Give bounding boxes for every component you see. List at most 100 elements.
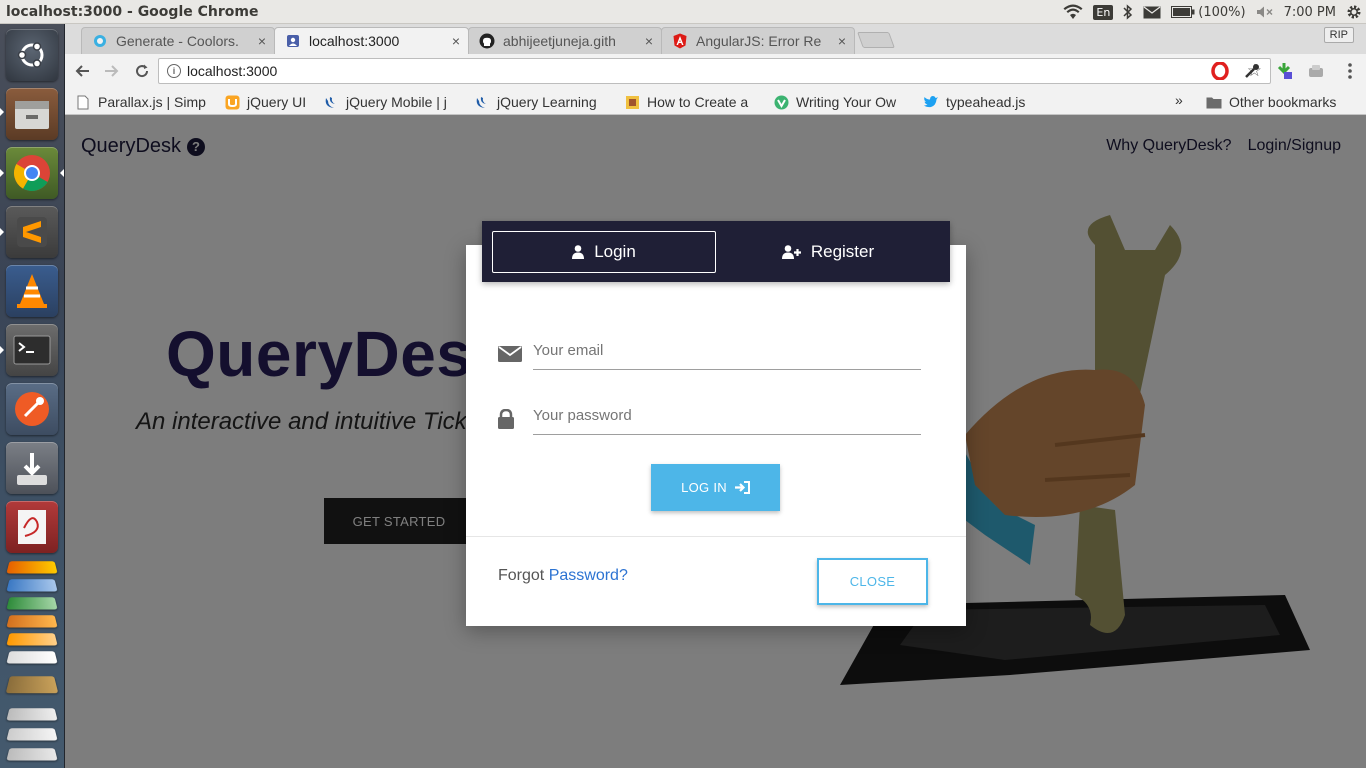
- close-icon[interactable]: ×: [452, 33, 460, 49]
- login-modal: Login Register LOG IN Fo: [466, 221, 966, 626]
- login-button-label: LOG IN: [681, 480, 727, 495]
- twitter-icon: [923, 94, 939, 110]
- reload-button[interactable]: [129, 58, 155, 84]
- gear-icon[interactable]: [1346, 4, 1362, 20]
- chrome-icon[interactable]: [6, 147, 58, 199]
- menu-icon[interactable]: [1341, 62, 1359, 80]
- installer-icon[interactable]: [6, 442, 58, 494]
- bookmarks-overflow-button[interactable]: »: [1175, 92, 1183, 108]
- window-title: localhost:3000 - Google Chrome: [6, 3, 259, 20]
- bookmark-jquery-ui[interactable]: jQuery UI: [224, 92, 319, 112]
- eyedropper-extension-icon[interactable]: [1243, 62, 1261, 80]
- software-updater-icon[interactable]: [6, 651, 58, 664]
- tab-localhost[interactable]: localhost:3000 ×: [274, 27, 469, 54]
- close-icon[interactable]: ×: [838, 33, 846, 49]
- bluetooth-icon[interactable]: [1123, 4, 1133, 20]
- tab-register[interactable]: Register: [716, 231, 940, 273]
- writer-icon[interactable]: [6, 579, 58, 592]
- terminal-icon[interactable]: [6, 324, 58, 376]
- reload-icon: [136, 64, 149, 78]
- close-button[interactable]: CLOSE: [817, 558, 928, 605]
- bookmark-how-to-create[interactable]: How to Create a: [624, 92, 758, 112]
- close-icon[interactable]: ×: [645, 33, 653, 49]
- other-bookmarks-folder[interactable]: Other bookmarks: [1206, 92, 1356, 112]
- mail-icon[interactable]: [1143, 6, 1161, 19]
- tab-angularjs[interactable]: AngularJS: Error Re ×: [661, 27, 855, 54]
- tab-login-label: Login: [594, 241, 636, 261]
- launcher-more-icon[interactable]: [6, 748, 58, 761]
- password-input[interactable]: [533, 397, 921, 435]
- cloud-extension-icon[interactable]: [1307, 62, 1325, 80]
- battery-icon: [1171, 6, 1195, 18]
- close-icon[interactable]: ×: [258, 33, 266, 49]
- bookmark-parallax[interactable]: Parallax.js | Simp: [75, 92, 212, 112]
- volume-muted-icon[interactable]: [1256, 5, 1274, 19]
- top-panel: localhost:3000 - Google Chrome En (100%)…: [0, 0, 1366, 24]
- bookmark-typeahead[interactable]: typeahead.js: [923, 92, 1043, 112]
- tab-label: localhost:3000: [309, 33, 400, 49]
- tab-label: AngularJS: Error Re: [696, 33, 822, 49]
- download-extension-icon[interactable]: [1275, 62, 1293, 80]
- vuejs-icon: [773, 94, 789, 110]
- github-icon: [479, 33, 495, 49]
- battery-indicator[interactable]: (100%): [1171, 4, 1246, 20]
- tab-login[interactable]: Login: [492, 230, 716, 273]
- password-field-group: [498, 397, 922, 437]
- login-button[interactable]: LOG IN: [651, 464, 780, 511]
- new-tab-button[interactable]: [857, 32, 895, 48]
- user-plus-icon: [781, 244, 801, 259]
- jquery-icon: [474, 94, 490, 110]
- querydesk-favicon-icon: [285, 33, 301, 49]
- info-icon[interactable]: i: [167, 64, 181, 78]
- unity-launcher: [0, 24, 65, 768]
- files-icon[interactable]: [6, 88, 58, 140]
- coolors-favicon-icon: [92, 33, 108, 49]
- address-bar[interactable]: i localhost:3000 ☆: [158, 58, 1271, 84]
- system-tray: En (100%) 7:00 PM: [1063, 0, 1362, 24]
- document-viewer-icon[interactable]: [6, 501, 58, 553]
- email-input[interactable]: [533, 332, 921, 370]
- modal-tab-bar: Login Register: [482, 221, 950, 282]
- bookmark-label: Writing Your Ow: [796, 94, 897, 110]
- tab-register-label: Register: [810, 241, 875, 261]
- sublime-text-icon[interactable]: [6, 206, 58, 258]
- calc-icon[interactable]: [6, 597, 58, 610]
- clock[interactable]: 7:00 PM: [1284, 5, 1336, 20]
- back-arrow-icon: [75, 65, 89, 77]
- tab-github[interactable]: abhijeetjuneja.gith ×: [468, 27, 662, 54]
- bookmark-label: typeahead.js: [946, 94, 1026, 110]
- angular-icon: [672, 33, 688, 49]
- document-icon: [75, 94, 91, 110]
- forgot-prefix: Forgot: [498, 567, 545, 584]
- keyboard-language-indicator[interactable]: En: [1093, 4, 1114, 20]
- back-button[interactable]: [69, 58, 95, 84]
- email-field-group: [498, 332, 922, 372]
- bookmark-favicon-icon: [624, 94, 640, 110]
- bookmarks-bar: Parallax.js | Simp jQuery UI jQuery Mobi…: [65, 88, 1366, 115]
- workspace-switcher-icon[interactable]: [6, 728, 58, 741]
- amazon-icon[interactable]: [6, 633, 58, 646]
- forgot-password-link[interactable]: Password?: [549, 567, 628, 584]
- bookmark-jquery-mobile[interactable]: jQuery Mobile | j: [323, 92, 462, 112]
- wifi-icon[interactable]: [1063, 4, 1083, 20]
- forward-button[interactable]: [99, 58, 125, 84]
- forward-arrow-icon: [105, 65, 119, 77]
- tab-coolors[interactable]: Generate - Coolors. ×: [81, 27, 275, 54]
- drive-icon[interactable]: [5, 676, 59, 694]
- modal-divider: [466, 536, 966, 537]
- bookmark-writing-your-own[interactable]: Writing Your Ow: [773, 92, 911, 112]
- firefox-icon[interactable]: [6, 561, 58, 574]
- ubuntu-dash-icon[interactable]: [6, 29, 58, 81]
- trash-icon[interactable]: [6, 708, 58, 721]
- postman-icon[interactable]: [6, 383, 58, 435]
- opera-extension-icon[interactable]: [1211, 62, 1229, 80]
- impress-icon[interactable]: [6, 615, 58, 628]
- battery-percent: (100%): [1198, 4, 1246, 20]
- jquery-ui-icon: [224, 94, 240, 110]
- rip-badge[interactable]: RIP: [1323, 27, 1354, 43]
- bookmark-jquery-learning[interactable]: jQuery Learning: [474, 92, 611, 112]
- tab-label: abhijeetjuneja.gith: [503, 33, 616, 49]
- vlc-icon[interactable]: [6, 265, 58, 317]
- user-icon: [572, 244, 585, 259]
- bookmark-label: Other bookmarks: [1229, 94, 1337, 110]
